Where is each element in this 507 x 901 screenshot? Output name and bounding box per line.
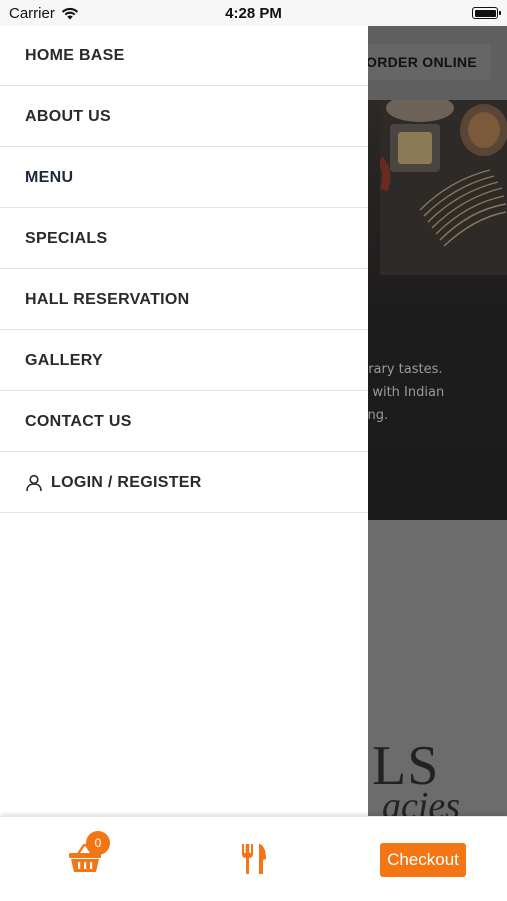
menu-item-about-us[interactable]: ABOUT US <box>0 87 368 147</box>
login-register-label: LOGIN / REGISTER <box>51 473 202 491</box>
menu-item-label: MENU <box>25 168 74 186</box>
menu-item-gallery[interactable]: GALLERY <box>0 331 368 391</box>
side-drawer: HOME BASE ABOUT US MENU SPECIALS HALL RE… <box>0 26 368 816</box>
battery-icon <box>472 7 501 19</box>
menu-item-specials[interactable]: SPECIALS <box>0 209 368 269</box>
cart-count-badge: 0 <box>86 831 110 855</box>
food-image <box>380 100 507 275</box>
menu-item-contact-us[interactable]: CONTACT US <box>0 392 368 452</box>
fork-knife-icon[interactable] <box>240 843 268 875</box>
wifi-icon <box>61 7 78 19</box>
user-icon <box>26 474 42 491</box>
checkout-button[interactable]: Checkout <box>380 843 466 877</box>
section-subheading-fragment: acies <box>382 785 461 816</box>
menu-item-label: HALL RESERVATION <box>25 290 190 308</box>
menu-item-login-register[interactable]: LOGIN / REGISTER <box>0 453 368 513</box>
menu-item-label: GALLERY <box>25 351 103 369</box>
menu-item-label: SPECIALS <box>25 229 108 247</box>
status-bar: Carrier 4:28 PM <box>0 0 507 26</box>
bottom-bar: 0 Checkout <box>0 816 507 901</box>
carrier-label: Carrier <box>9 4 55 22</box>
menu-item-menu[interactable]: MENU <box>0 148 368 208</box>
menu-item-label: HOME BASE <box>25 46 125 64</box>
menu-item-label: CONTACT US <box>25 412 132 430</box>
order-online-button[interactable]: ORDER ONLINE <box>352 44 491 80</box>
status-left: Carrier <box>0 5 79 22</box>
menu-item-label: ABOUT US <box>25 107 111 125</box>
menu-item-home-base[interactable]: HOME BASE <box>0 26 368 86</box>
menu-item-hall-reservation[interactable]: HALL RESERVATION <box>0 270 368 330</box>
